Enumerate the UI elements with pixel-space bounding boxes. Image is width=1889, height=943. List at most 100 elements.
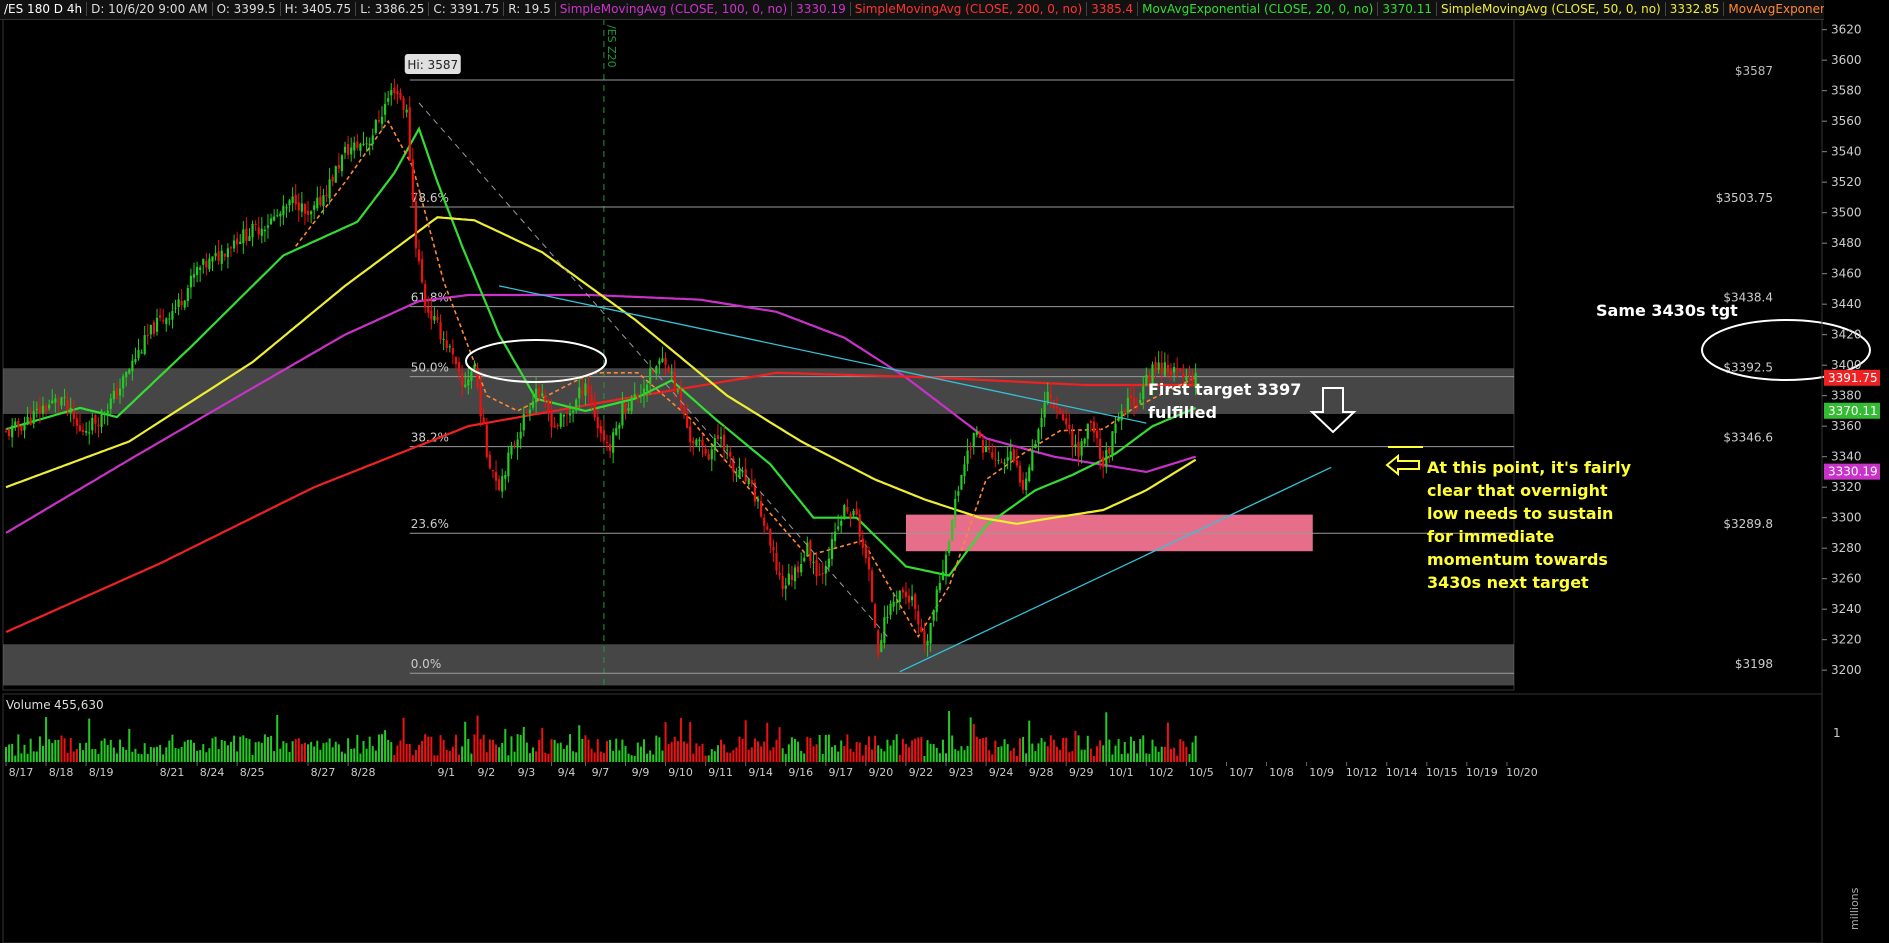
volume-bar	[507, 755, 510, 762]
volume-bar	[683, 741, 686, 762]
volume-bar	[793, 738, 796, 762]
volume-bar	[20, 753, 23, 762]
volume-bar	[66, 752, 69, 762]
header-item-5: R: 19.5	[504, 2, 556, 16]
candle-body	[1126, 397, 1129, 413]
volume-bar	[812, 746, 815, 762]
candle-body	[445, 340, 448, 349]
candle-body	[288, 200, 291, 206]
candle-body	[975, 431, 978, 435]
candle-body	[1025, 478, 1028, 491]
candle-body	[840, 520, 843, 526]
volume-bar	[313, 746, 316, 762]
candle-body	[1040, 417, 1043, 428]
x-tick-label-1: 8/18	[49, 766, 74, 779]
volume-bar	[1173, 747, 1176, 762]
volume-bar	[861, 755, 864, 762]
candle-body	[1062, 414, 1065, 421]
candle-body	[1071, 430, 1074, 446]
volume-bar	[911, 740, 914, 762]
candle-body	[1068, 424, 1071, 429]
volume-bar	[1006, 744, 1009, 762]
volume-bar	[710, 749, 713, 762]
y-tick-label-19: 3580	[1831, 84, 1862, 98]
volume-bar	[362, 741, 365, 762]
x-tick-label-29: 10/8	[1269, 766, 1294, 779]
volume-bar	[1099, 740, 1102, 762]
candle-body	[66, 399, 69, 411]
candle-body	[673, 372, 676, 392]
volume-bar	[211, 738, 214, 762]
volume-bar	[655, 735, 658, 762]
candle-body	[371, 135, 374, 144]
volume-bar	[183, 741, 186, 762]
y-tick-label-1: 3220	[1831, 633, 1862, 647]
candle-body	[436, 317, 439, 320]
volume-bar	[957, 750, 960, 762]
volume-bar	[448, 750, 451, 762]
candle-body	[310, 211, 313, 215]
volume-bar	[1169, 748, 1172, 762]
volume-bar	[260, 742, 263, 762]
volume-bar	[692, 753, 695, 762]
y-tick-label-3: 3260	[1831, 572, 1862, 586]
volume-bar	[590, 748, 593, 762]
volume-bar	[1037, 743, 1040, 762]
candle-body	[78, 425, 82, 431]
volume-bar	[1179, 739, 1182, 762]
volume-bar	[1117, 739, 1120, 762]
volume-bar	[473, 734, 476, 762]
volume-bar	[1176, 755, 1179, 762]
symbol-label[interactable]: /ES 180 D 4h	[0, 2, 88, 16]
candle-body	[1021, 479, 1025, 490]
candle-body	[929, 622, 932, 644]
candle-body	[454, 356, 458, 365]
volume-bar	[310, 741, 313, 762]
candle-body	[960, 475, 963, 490]
candle-body	[125, 372, 128, 378]
candle-body	[664, 357, 667, 366]
volume-bar	[328, 738, 331, 762]
candle-body	[208, 258, 211, 270]
header-item-12: SimpleMovingAvg (CLOSE, 50, 0, no)	[1436, 2, 1666, 16]
header-item-10: MovAvgExponential (CLOSE, 20, 0, no)	[1138, 2, 1379, 16]
volume-bar	[288, 751, 291, 762]
candle-body	[498, 479, 501, 491]
candle-body	[658, 360, 661, 365]
volume-bar	[97, 753, 100, 762]
volume-bar	[639, 746, 642, 762]
candle-body	[538, 387, 541, 398]
fib-value-4: $3289.8	[1723, 517, 1773, 531]
candle-body	[645, 384, 649, 392]
volume-bar	[91, 749, 94, 762]
candle-body	[895, 602, 898, 604]
x-tick-label-10: 9/3	[518, 766, 536, 779]
volume-bar	[488, 739, 491, 762]
candle-body	[202, 259, 205, 265]
candle-body	[618, 424, 621, 429]
volume-bar	[1185, 746, 1188, 762]
volume-bar	[174, 748, 177, 762]
first-target-line-1: First target 3397	[1148, 380, 1302, 399]
volume-bar	[424, 734, 427, 762]
candle-body	[1188, 373, 1191, 376]
volume-bar	[760, 746, 763, 762]
candle-body	[519, 431, 522, 439]
volume-bar	[525, 742, 528, 762]
volume-bar	[575, 752, 578, 762]
candle-body	[1123, 409, 1126, 412]
volume-bar	[223, 740, 226, 762]
volume-bar	[300, 743, 303, 762]
volume-bar	[414, 749, 417, 762]
volume-bar	[297, 738, 300, 762]
volume-bar	[344, 753, 347, 762]
volume-bar	[1139, 739, 1142, 762]
candle-body	[1000, 462, 1003, 464]
volume-bar	[32, 751, 35, 762]
candle-body	[870, 570, 874, 603]
volume-bar	[433, 755, 436, 762]
candle-body	[461, 373, 464, 387]
volume-bar	[1157, 751, 1160, 762]
candle-body	[229, 247, 233, 249]
volume-bar	[797, 741, 800, 762]
